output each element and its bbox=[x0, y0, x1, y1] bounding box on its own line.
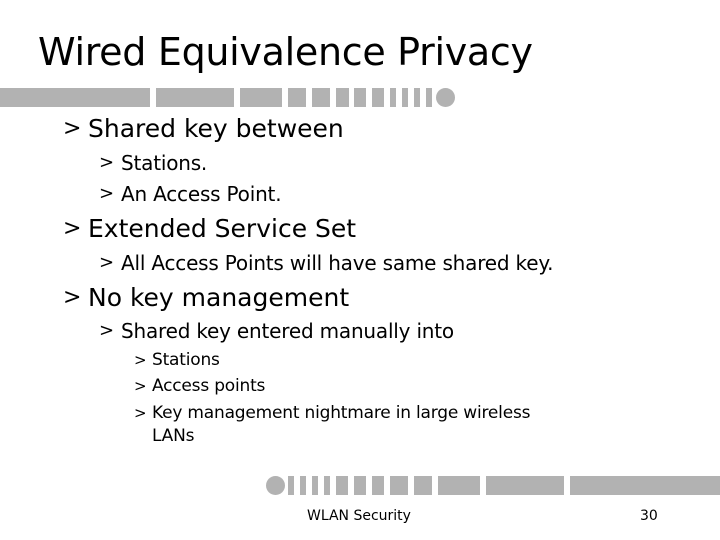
bar-segment bbox=[288, 476, 294, 495]
bar-segment bbox=[438, 476, 480, 495]
bar-segment bbox=[486, 476, 564, 495]
chevron-bullet-icon: > bbox=[134, 404, 147, 422]
bullet-text: Stations. bbox=[121, 151, 208, 175]
bar-segment bbox=[312, 476, 318, 495]
bottom-decorative-bar bbox=[0, 476, 720, 495]
slide-title: Wired Equivalence Privacy bbox=[38, 30, 533, 74]
bar-segment bbox=[288, 88, 306, 107]
bar-segment bbox=[414, 476, 432, 495]
chevron-bullet-icon: > bbox=[99, 152, 114, 173]
bar-segment bbox=[372, 88, 384, 107]
bullet-text: All Access Points will have same shared … bbox=[121, 251, 554, 275]
bullet-text: Shared key entered manually into bbox=[121, 319, 454, 343]
chevron-bullet-icon: > bbox=[63, 216, 82, 241]
bullet-text: LANs bbox=[152, 426, 195, 446]
bar-segment bbox=[324, 476, 330, 495]
bullet-text: An Access Point. bbox=[121, 182, 282, 206]
bar-segment bbox=[300, 476, 306, 495]
bullet-text: Stations bbox=[152, 350, 220, 370]
chevron-bullet-icon: > bbox=[99, 183, 114, 204]
bullet-text: Access points bbox=[152, 376, 266, 396]
bar-segment bbox=[0, 88, 150, 107]
bullet-text: Extended Service Set bbox=[88, 214, 357, 243]
bar-segment bbox=[390, 476, 408, 495]
bar-segment bbox=[156, 88, 234, 107]
chevron-bullet-icon: > bbox=[99, 252, 114, 273]
bar-segment bbox=[402, 88, 408, 107]
bar-circle-icon bbox=[266, 476, 285, 495]
bullet-text: No key management bbox=[88, 283, 350, 312]
chevron-bullet-icon: > bbox=[99, 320, 114, 341]
chevron-bullet-icon: > bbox=[63, 116, 82, 141]
chevron-bullet-icon: > bbox=[134, 351, 147, 369]
bar-segment bbox=[240, 88, 282, 107]
bar-segment bbox=[390, 88, 396, 107]
footer-title: WLAN Security bbox=[307, 508, 411, 524]
bar-segment bbox=[336, 88, 349, 107]
bar-segment bbox=[426, 88, 432, 107]
bar-segment bbox=[336, 476, 348, 495]
bar-segment bbox=[570, 476, 720, 495]
bar-segment bbox=[354, 476, 366, 495]
bar-segment bbox=[354, 88, 366, 107]
bullet-text: Key management nightmare in large wirele… bbox=[152, 403, 531, 423]
bar-segment bbox=[414, 88, 420, 107]
bullet-text: Shared key between bbox=[88, 114, 344, 143]
page-number: 30 bbox=[640, 508, 658, 524]
bar-segment bbox=[312, 88, 330, 107]
chevron-bullet-icon: > bbox=[134, 377, 147, 395]
top-decorative-bar bbox=[0, 88, 720, 107]
chevron-bullet-icon: > bbox=[63, 285, 82, 310]
bar-circle-icon bbox=[436, 88, 455, 107]
bar-segment bbox=[372, 476, 384, 495]
